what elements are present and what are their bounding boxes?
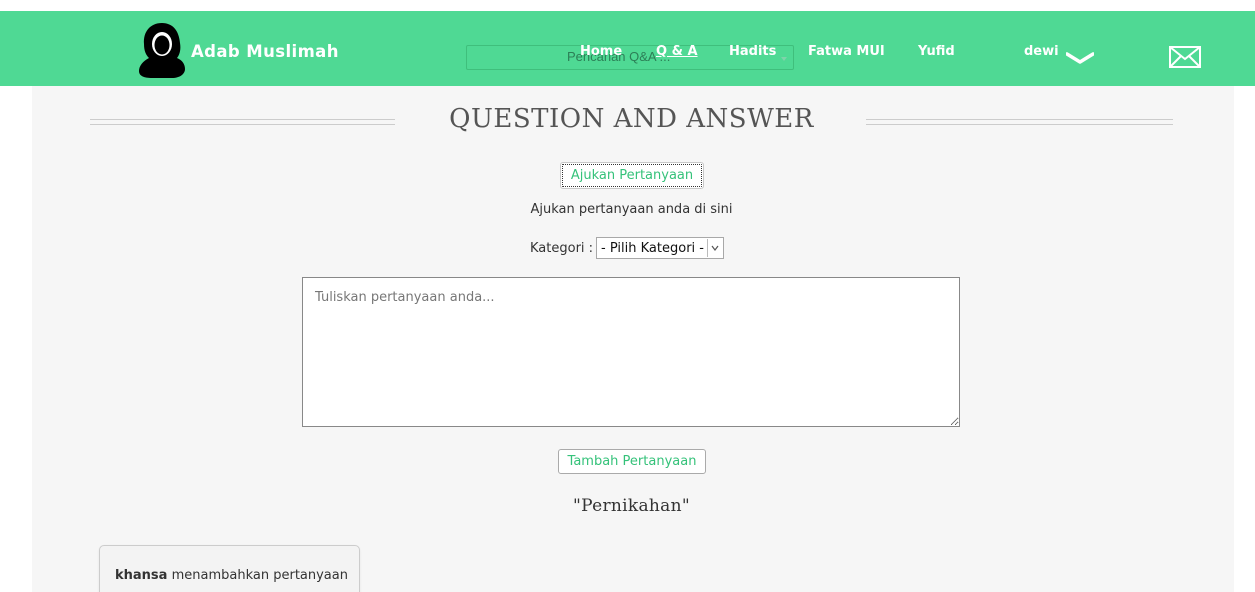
activity-user[interactable]: khansa: [115, 568, 167, 583]
category-title: "Pernikahan": [573, 496, 690, 516]
activity-card[interactable]: khansa menambahkan pertanyaan: [99, 545, 360, 592]
category-select-value: - Pilih Kategori -: [601, 240, 704, 256]
brand-title[interactable]: Adab Muslimah: [191, 42, 339, 61]
nav-item-qa[interactable]: Q & A: [656, 44, 698, 59]
page: Adab Muslimah Pencarian Q&A ... Home Q &…: [0, 0, 1255, 592]
heading-divider-left: [90, 119, 395, 125]
category-row: Kategori : - Pilih Kategori -: [530, 237, 724, 259]
chevron-down-icon[interactable]: [1065, 49, 1095, 68]
question-textarea[interactable]: [302, 277, 960, 427]
nav-item-home[interactable]: Home: [580, 44, 622, 59]
add-question-button[interactable]: Tambah Pertanyaan: [558, 449, 706, 474]
page-heading-row: QUESTION AND ANSWER: [0, 104, 1255, 144]
hijab-woman-icon[interactable]: [138, 22, 186, 78]
activity-action: menambahkan pertanyaan: [171, 568, 348, 583]
chevron-down-icon: [706, 239, 722, 257]
page-title: QUESTION AND ANSWER: [449, 104, 814, 134]
top-navbar: Adab Muslimah Pencarian Q&A ... Home Q &…: [0, 11, 1255, 86]
user-menu[interactable]: dewi: [1024, 44, 1059, 59]
dropdown-caret-icon: [781, 57, 787, 61]
nav-item-fatwa-mui[interactable]: Fatwa MUI: [808, 44, 885, 59]
ask-question-button[interactable]: Ajukan Pertanyaan: [560, 162, 704, 189]
nav-item-hadits[interactable]: Hadits: [729, 44, 776, 59]
activity-text: khansa menambahkan pertanyaan: [115, 568, 348, 583]
heading-divider-right: [866, 119, 1173, 125]
helper-text: Ajukan pertanyaan anda di sini: [530, 202, 733, 217]
envelope-icon[interactable]: [1169, 46, 1201, 72]
category-label: Kategori :: [530, 240, 594, 256]
category-select[interactable]: - Pilih Kategori -: [596, 237, 724, 259]
nav-item-yufid[interactable]: Yufid: [918, 44, 955, 59]
